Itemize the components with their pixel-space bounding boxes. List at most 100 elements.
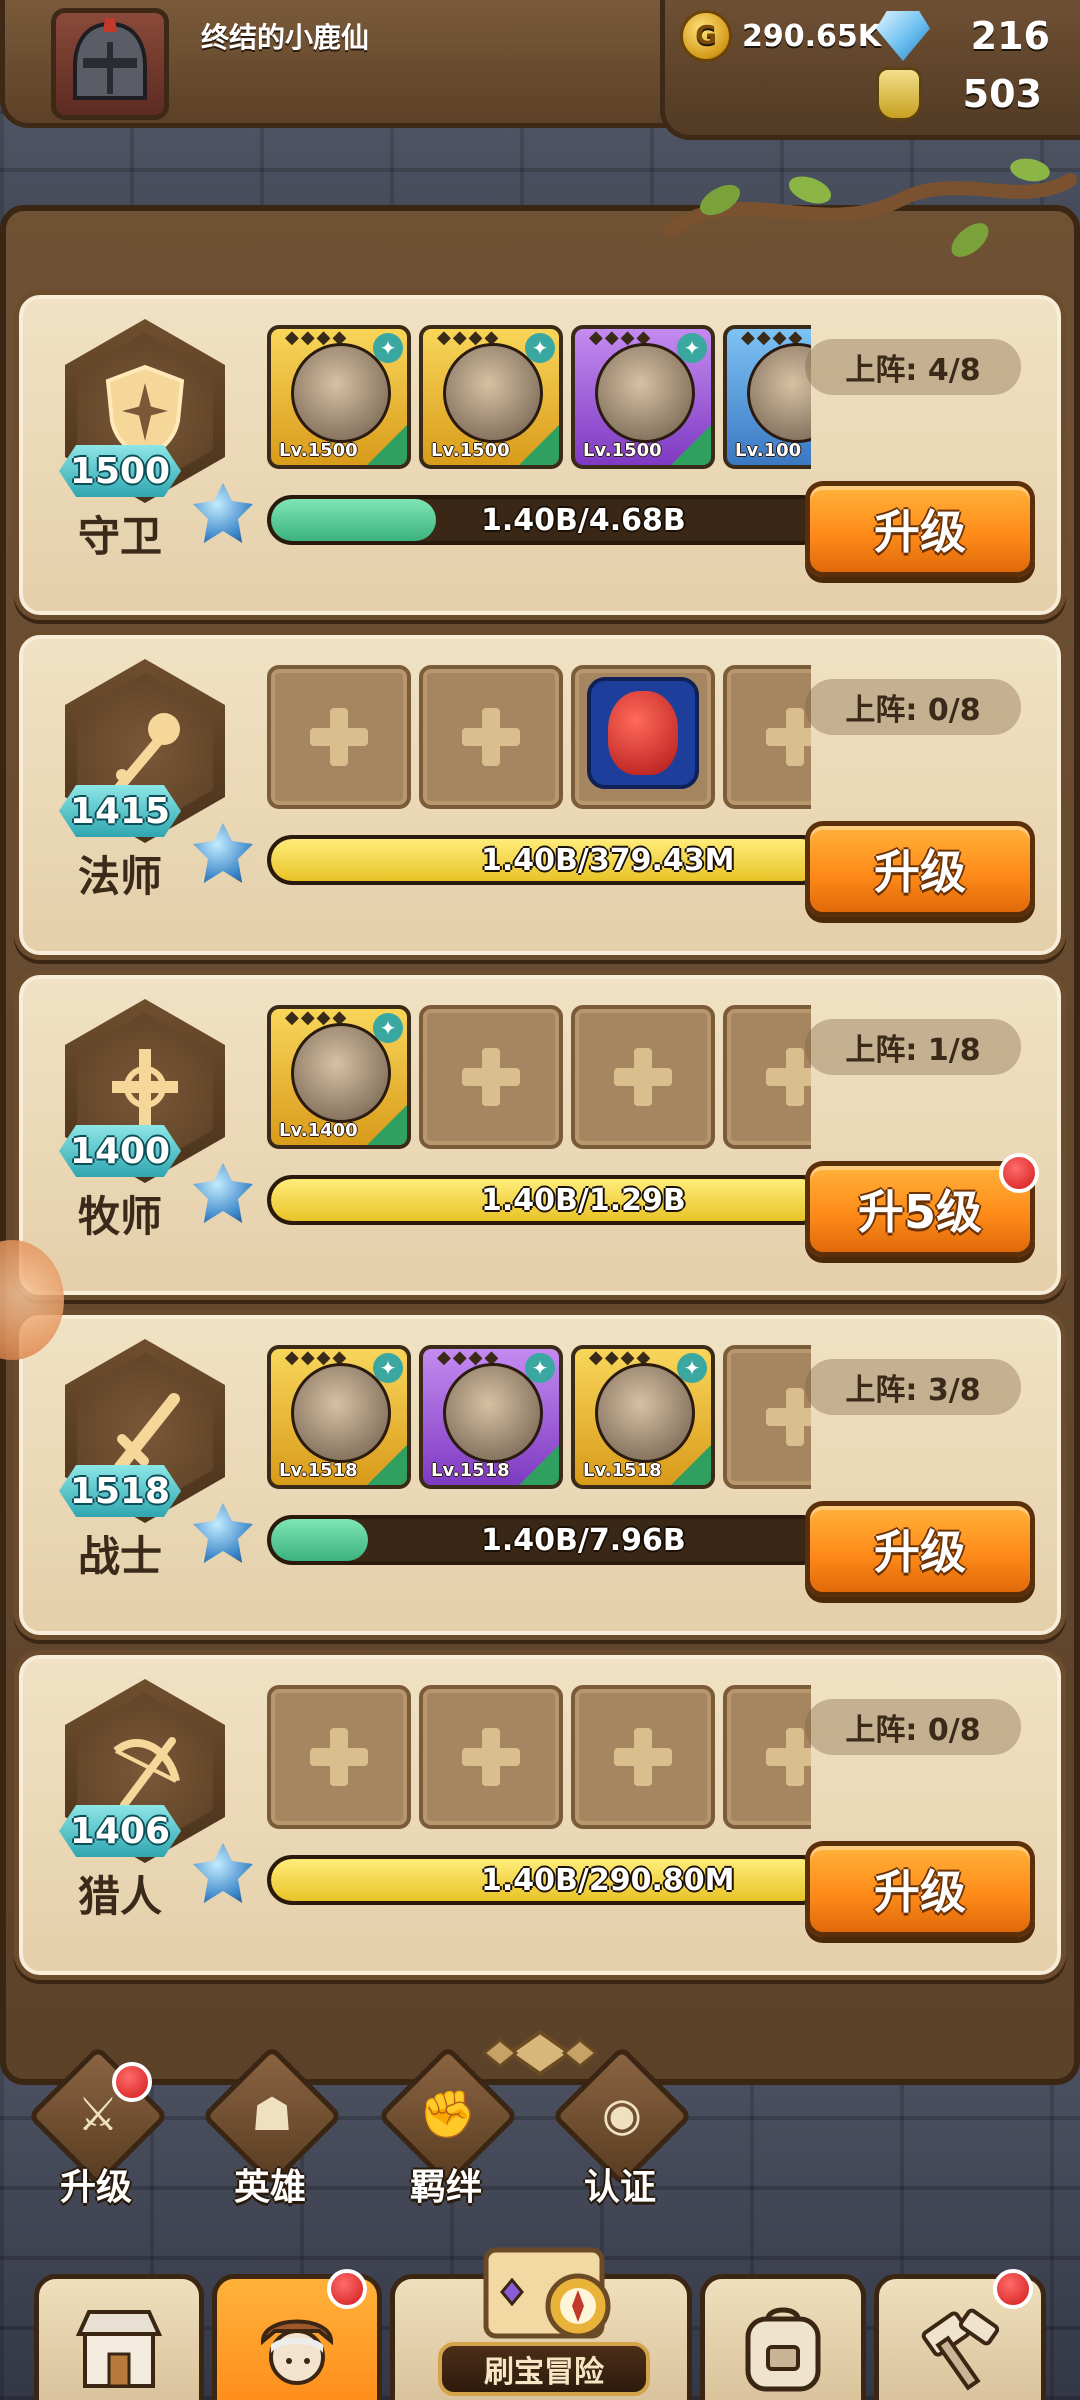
class-card: 1415 法师 1.40B/379.43M 上阵: 0/8 升级 — [14, 630, 1066, 960]
progress-text: 1.40B/379.43M — [481, 842, 735, 878]
monster-slot[interactable] — [571, 665, 715, 809]
class-name: 牧师 — [77, 1192, 162, 1241]
function-button[interactable]: ◉ 认证 — [550, 2045, 693, 2216]
plus-icon — [766, 1388, 811, 1446]
class-level-badge: 1415 — [59, 785, 181, 837]
hero-slot[interactable]: ◆◆◆◆ ✦ Lv.1518 — [419, 1345, 563, 1489]
class-name: 猎人 — [77, 1872, 162, 1921]
function-label: 英雄 — [233, 2167, 306, 2208]
knight-helmet-avatar[interactable] — [51, 8, 169, 120]
hero-slot[interactable]: ◆◆◆◆ ✦ Lv.1518 — [267, 1345, 411, 1489]
nav-tab-backpack[interactable] — [700, 2274, 866, 2400]
gold-counter[interactable]: G 290.65K — [680, 8, 881, 64]
class-card: 1518 战士 ◆◆◆◆ ✦ Lv.1518 ◆◆◆◆ ✦ Lv.1518 ◆◆… — [14, 1310, 1066, 1640]
upgrade-button[interactable]: 升级 — [805, 1501, 1035, 1597]
helmet-icon — [73, 18, 147, 100]
deployed-count: 上阵: 4/8 — [805, 339, 1021, 395]
hero-slot[interactable]: ◆◆◆◆ ✦ Lv.100 — [723, 325, 811, 469]
upgrade-button[interactable]: 升级 — [805, 481, 1035, 577]
player-name: 终结的小鹿仙 — [201, 21, 370, 54]
progress-fill — [271, 499, 437, 541]
class-card: 1406 猎人 1.40B/290.80M 上阵: 0/8 升级 — [14, 1650, 1066, 1980]
upgrade-button[interactable]: 升级 — [805, 1841, 1035, 1937]
potion-amount: 503 — [962, 72, 1042, 116]
empty-hero-slot[interactable] — [267, 665, 411, 809]
potion-bottle-icon — [876, 67, 922, 121]
empty-hero-slot[interactable] — [723, 1005, 811, 1149]
shop-icon — [71, 2301, 167, 2397]
profile-panel[interactable]: 终结的小鹿仙 — [0, 0, 700, 128]
class-name: 法师 — [77, 852, 162, 901]
adventure-label: 刷宝冒险 — [438, 2342, 650, 2396]
function-label: 羁绊 — [409, 2167, 482, 2208]
hero-level: Lv.1518 — [431, 1460, 510, 1481]
nav-tab-forge[interactable] — [874, 2269, 1046, 2400]
hero-slot-row[interactable] — [267, 1685, 811, 1831]
diamond-gem-icon — [876, 11, 930, 61]
hero-slot-row[interactable]: ◆◆◆◆ ✦ Lv.1518 ◆◆◆◆ ✦ Lv.1518 ◆◆◆◆ ✦ Lv.… — [267, 1345, 811, 1491]
hero-slot-row[interactable] — [267, 665, 811, 811]
empty-hero-slot[interactable] — [723, 1685, 811, 1829]
plus-icon — [310, 708, 368, 766]
nav-tab-shop[interactable] — [34, 2274, 204, 2400]
function-label: 升级 — [59, 2167, 132, 2208]
hero-slot[interactable]: ◆◆◆◆ ✦ Lv.1500 — [571, 325, 715, 469]
potion-counter[interactable]: 503 — [876, 66, 1042, 122]
forge-tab-notification-dot — [993, 2269, 1033, 2309]
eye-icon: ◉ — [601, 2087, 643, 2141]
element-icon: ✦ — [373, 1353, 403, 1383]
function-button[interactable]: ✊ 羁绊 — [376, 2045, 519, 2216]
top-bar: 终结的小鹿仙 G 290.65K 216 503 — [0, 0, 1080, 140]
function-button[interactable]: ☗ 英雄 — [200, 2045, 343, 2216]
element-icon: ✦ — [677, 333, 707, 363]
gold-amount: 290.65K — [742, 18, 882, 54]
element-icon: ✦ — [525, 1353, 555, 1383]
empty-hero-slot[interactable] — [419, 1685, 563, 1829]
class-card: 1400 牧师 ◆◆◆◆ ✦ Lv.1400 1.40B/1.29B 上阵: 1… — [14, 970, 1066, 1300]
empty-hero-slot[interactable] — [723, 1345, 811, 1489]
class-level-badge: 1400 — [59, 1125, 181, 1177]
class-level-badge: 1406 — [59, 1805, 181, 1857]
empty-hero-slot[interactable] — [571, 1685, 715, 1829]
hero-slot[interactable]: ◆◆◆◆ ✦ Lv.1400 — [267, 1005, 411, 1149]
class-name: 战士 — [77, 1532, 162, 1581]
deployed-count: 上阵: 3/8 — [805, 1359, 1021, 1415]
empty-hero-slot[interactable] — [571, 1005, 715, 1149]
hero-level: Lv.1400 — [279, 1120, 358, 1141]
hero-slot[interactable]: ◆◆◆◆ ✦ Lv.1518 — [571, 1345, 715, 1489]
hero-slot[interactable]: ◆◆◆◆ ✦ Lv.1500 — [267, 325, 411, 469]
deployed-count: 上阵: 0/8 — [805, 679, 1021, 735]
hero-slot[interactable]: ◆◆◆◆ ✦ Lv.1500 — [419, 325, 563, 469]
function-button[interactable]: ⚔ 升级 — [26, 2045, 169, 2216]
empty-hero-slot[interactable] — [419, 1005, 563, 1149]
plus-icon — [462, 1728, 520, 1786]
nav-tab-hero[interactable] — [212, 2269, 382, 2400]
empty-hero-slot[interactable] — [723, 665, 811, 809]
plus-icon — [766, 708, 811, 766]
class-card: 1500 守卫 ◆◆◆◆ ✦ Lv.1500 ◆◆◆◆ ✦ Lv.1500 ◆◆… — [14, 290, 1066, 620]
handshake-icon: ✊ — [419, 2086, 477, 2141]
function-notification-dot — [112, 2062, 152, 2102]
element-icon: ✦ — [525, 333, 555, 363]
deployed-count: 上阵: 0/8 — [805, 1699, 1021, 1755]
class-level-badge: 1500 — [59, 445, 181, 497]
hero-portrait-icon — [747, 343, 811, 443]
plus-icon — [766, 1048, 811, 1106]
forge-hammer-icon — [912, 2301, 1008, 2397]
upgrade-notification-dot — [999, 1153, 1039, 1193]
hero-slot-row[interactable]: ◆◆◆◆ ✦ Lv.1400 — [267, 1005, 811, 1151]
empty-hero-slot[interactable] — [267, 1685, 411, 1829]
element-icon: ✦ — [677, 1353, 707, 1383]
hero-level: Lv.1518 — [279, 1460, 358, 1481]
hero-level: Lv.100 — [735, 440, 802, 461]
element-icon: ✦ — [373, 333, 403, 363]
gem-counter[interactable]: 216 — [876, 8, 1050, 64]
plus-icon — [462, 708, 520, 766]
deployed-count: 上阵: 1/8 — [805, 1019, 1021, 1075]
upgrade-progress-bar: 1.40B/7.96B — [267, 1515, 827, 1565]
upgrade-button[interactable]: 升级 — [805, 821, 1035, 917]
gold-coin-icon: G — [680, 10, 732, 62]
empty-hero-slot[interactable] — [419, 665, 563, 809]
progress-text: 1.40B/290.80M — [481, 1862, 735, 1898]
hero-slot-row[interactable]: ◆◆◆◆ ✦ Lv.1500 ◆◆◆◆ ✦ Lv.1500 ◆◆◆◆ ✦ Lv.… — [267, 325, 811, 471]
